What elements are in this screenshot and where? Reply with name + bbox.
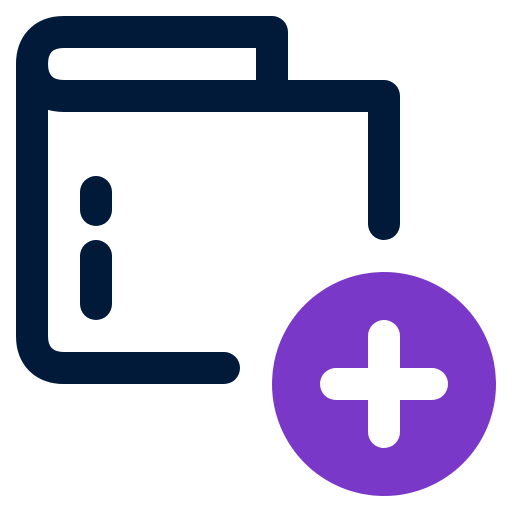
icon-canvas [0, 0, 512, 512]
add-wallet-icon [16, 16, 496, 496]
add-badge [272, 272, 496, 496]
